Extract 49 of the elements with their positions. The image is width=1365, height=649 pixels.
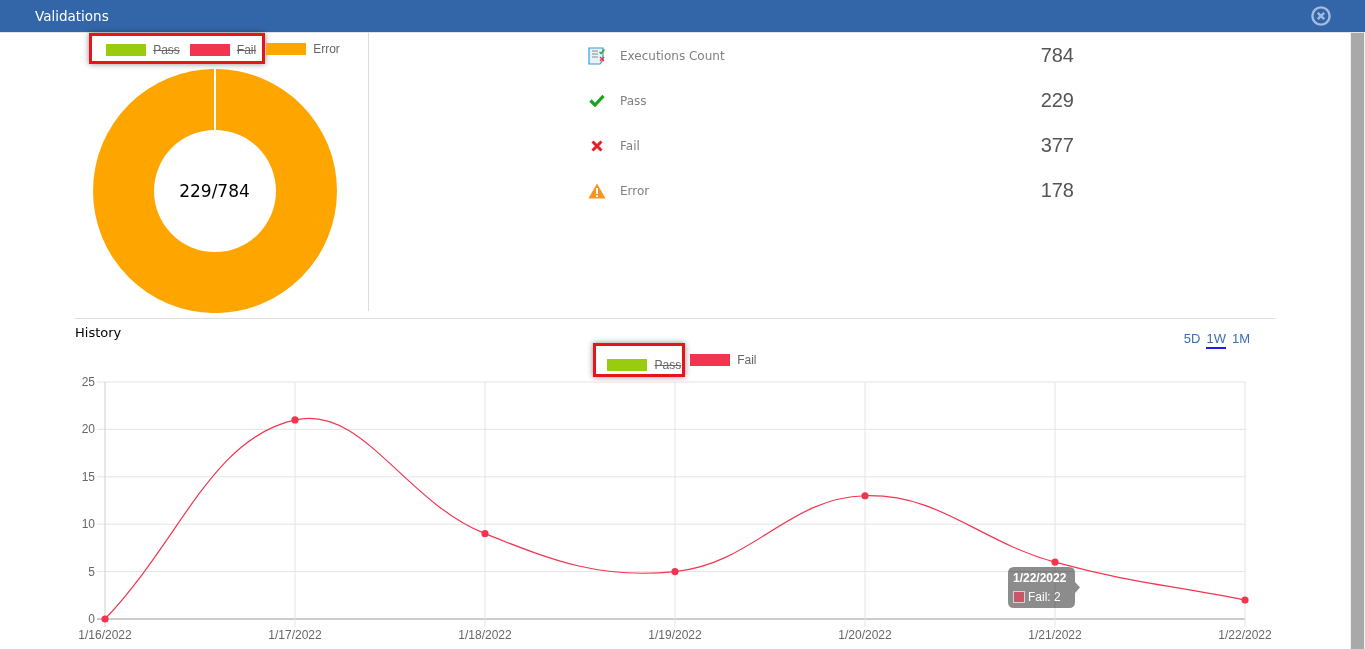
check-icon (589, 94, 605, 107)
legend-item[interactable]: Fail (690, 353, 757, 367)
x-axis-label: 1/16/2022 (78, 628, 132, 642)
stat-value: 178 (1040, 179, 1074, 202)
y-axis-label: 5 (88, 564, 95, 579)
x-axis-label: 1/17/2022 (268, 628, 322, 642)
data-point (671, 568, 679, 576)
data-point (1241, 596, 1249, 604)
legend-item[interactable]: Fail (189, 43, 257, 57)
close-button[interactable] (1311, 6, 1331, 26)
x-axis-label: 1/19/2022 (648, 628, 702, 642)
stat-value: 784 (1040, 44, 1074, 67)
y-axis-label: 0 (88, 612, 95, 626)
period-tab[interactable]: 1M (1231, 331, 1250, 349)
stat-label: Fail (620, 138, 640, 153)
section-title: History (75, 324, 122, 341)
x-axis-label: 1/20/2022 (838, 628, 892, 642)
close-icon (1311, 6, 1331, 26)
legend-item[interactable]: Pass (106, 43, 180, 57)
legend-item[interactable]: Error (266, 41, 340, 56)
y-axis-label: 20 (81, 422, 95, 437)
cross-icon (591, 139, 603, 152)
data-point (101, 615, 109, 623)
y-axis-label: 15 (81, 469, 95, 484)
x-axis-label: 1/21/2022 (1028, 628, 1082, 642)
checklist-icon (588, 46, 606, 65)
tooltip-title: 1/22/2022 (1013, 571, 1068, 585)
data-point (481, 530, 489, 538)
x-axis-label: 1/18/2022 (458, 628, 512, 642)
data-point (291, 416, 299, 424)
y-axis-label: 10 (81, 517, 95, 532)
stat-label: Error (620, 183, 650, 198)
tooltip-label: Fail: 2 (1028, 590, 1061, 604)
swatch-icon (1013, 591, 1025, 603)
donut-center-label: 229/784 (179, 181, 250, 201)
scrollbar[interactable] (1350, 33, 1365, 649)
legend-item[interactable]: Pass (607, 358, 682, 372)
stat-value: 377 (1040, 134, 1074, 157)
data-point (861, 492, 869, 500)
stat-label: Pass (620, 93, 647, 108)
data-point (1051, 558, 1059, 566)
window-title: Validations (35, 8, 109, 24)
x-axis-label: 1/22/2022 (1218, 628, 1272, 642)
stat-value: 229 (1040, 89, 1074, 112)
warning-icon (588, 182, 606, 199)
stat-label: Executions Count (620, 48, 725, 63)
y-axis-label: 25 (81, 377, 95, 389)
period-tab[interactable]: 1W (1206, 331, 1226, 349)
period-tab[interactable]: 5D (1183, 331, 1201, 349)
